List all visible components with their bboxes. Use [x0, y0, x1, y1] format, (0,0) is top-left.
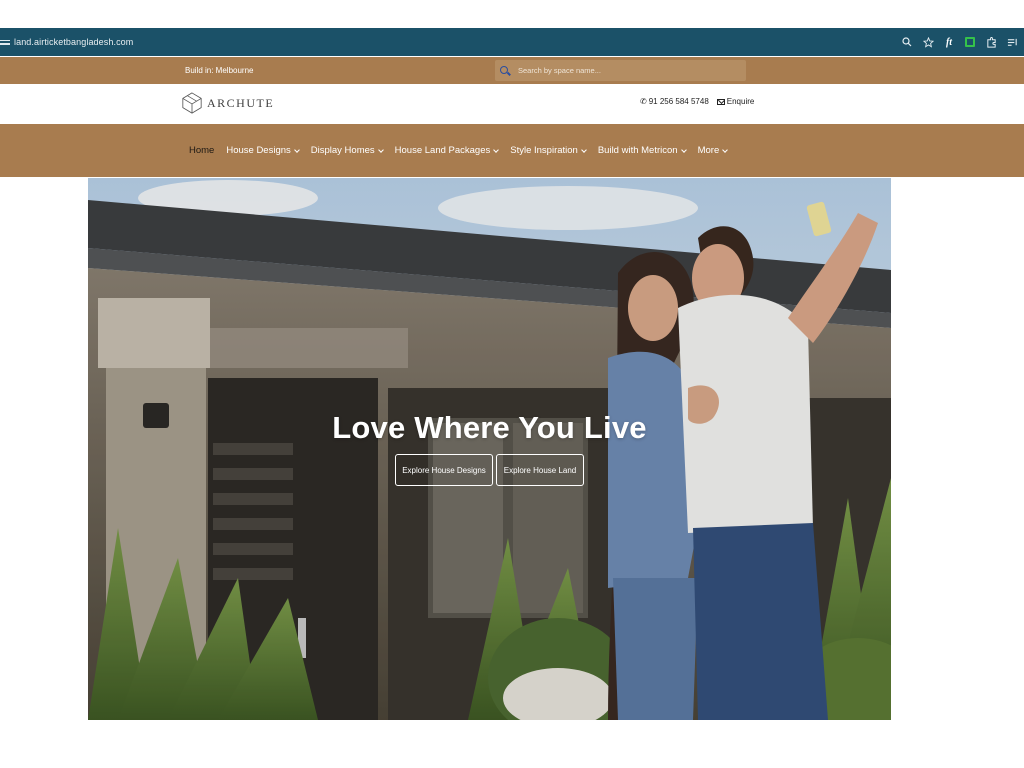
nav-label: Home — [189, 145, 215, 156]
star-icon[interactable] — [922, 36, 934, 48]
nav-label: Display Homes — [310, 145, 375, 156]
nav-label: Style Inspiration — [510, 145, 578, 156]
top-strip: Build in: Melbourne — [0, 57, 1024, 84]
zoom-icon[interactable] — [901, 36, 913, 48]
chevron-down-icon — [493, 146, 500, 153]
reading-list-icon[interactable] — [1006, 36, 1018, 48]
nav-item-style-inspiration[interactable]: Style Inspiration — [510, 145, 587, 156]
search-icon — [500, 65, 510, 76]
space-search[interactable] — [495, 60, 746, 81]
chevron-down-icon — [722, 146, 729, 153]
browser-actions: ft — [901, 28, 1018, 56]
logo[interactable]: ARCHUTE — [181, 92, 274, 114]
nav-item-build-with-metricon[interactable]: Build with Metricon — [597, 145, 687, 156]
main-navigation: Home House Designs Display Homes House L… — [0, 124, 1024, 177]
logo-text: ARCHUTE — [207, 95, 275, 110]
hero-actions: Explore House Designs Explore House Land — [395, 454, 584, 486]
nav-item-house-designs[interactable]: House Designs — [226, 145, 300, 156]
chevron-down-icon — [377, 146, 384, 153]
chevron-down-icon — [680, 146, 687, 153]
browser-toolbar: land.airticketbangladesh.com ft — [0, 28, 1024, 56]
extensions-puzzle-icon[interactable] — [985, 36, 997, 48]
address-bar-url[interactable]: land.airticketbangladesh.com — [14, 37, 133, 47]
extension-green-icon[interactable] — [964, 36, 976, 48]
phone-icon: ✆ — [640, 97, 647, 106]
phone-link[interactable]: ✆ 91 256 584 5748 — [640, 97, 709, 106]
extension-ft-icon[interactable]: ft — [943, 36, 955, 48]
enquire-link[interactable]: Enquire — [716, 97, 755, 106]
header-contact: ✆ 91 256 584 5748 Enquire — [640, 97, 754, 106]
hero-title: Love Where You Live — [332, 410, 647, 445]
logo-mark-icon — [182, 92, 202, 114]
nav-label: Build with Metricon — [597, 145, 678, 156]
nav-label: House Land Packages — [394, 145, 491, 156]
nav-menu: Home House Designs Display Homes House L… — [189, 124, 739, 177]
site-info-icon[interactable] — [0, 37, 10, 47]
site-header: ARCHUTE ✆ 91 256 584 5748 Enquire — [0, 84, 1024, 124]
build-location[interactable]: Build in: Melbourne — [185, 57, 253, 84]
explore-house-designs-button[interactable]: Explore House Designs — [395, 454, 493, 486]
hero-banner: Love Where You Live Explore House Design… — [88, 178, 891, 720]
nav-item-display-homes[interactable]: Display Homes — [310, 145, 384, 156]
enquire-label: Enquire — [726, 97, 755, 106]
nav-item-more[interactable]: More — [697, 145, 729, 156]
nav-item-house-land-packages[interactable]: House Land Packages — [394, 145, 500, 156]
chevron-down-icon — [581, 146, 587, 153]
search-input[interactable] — [518, 66, 718, 75]
hero-photo — [88, 178, 891, 720]
nav-label: House Designs — [226, 145, 291, 156]
nav-item-home[interactable]: Home — [189, 145, 214, 156]
chevron-down-icon — [293, 146, 300, 153]
phone-number: 91 256 584 5748 — [648, 97, 709, 106]
envelope-icon — [716, 98, 725, 105]
nav-label: More — [697, 145, 720, 156]
explore-house-land-button[interactable]: Explore House Land — [496, 454, 584, 486]
